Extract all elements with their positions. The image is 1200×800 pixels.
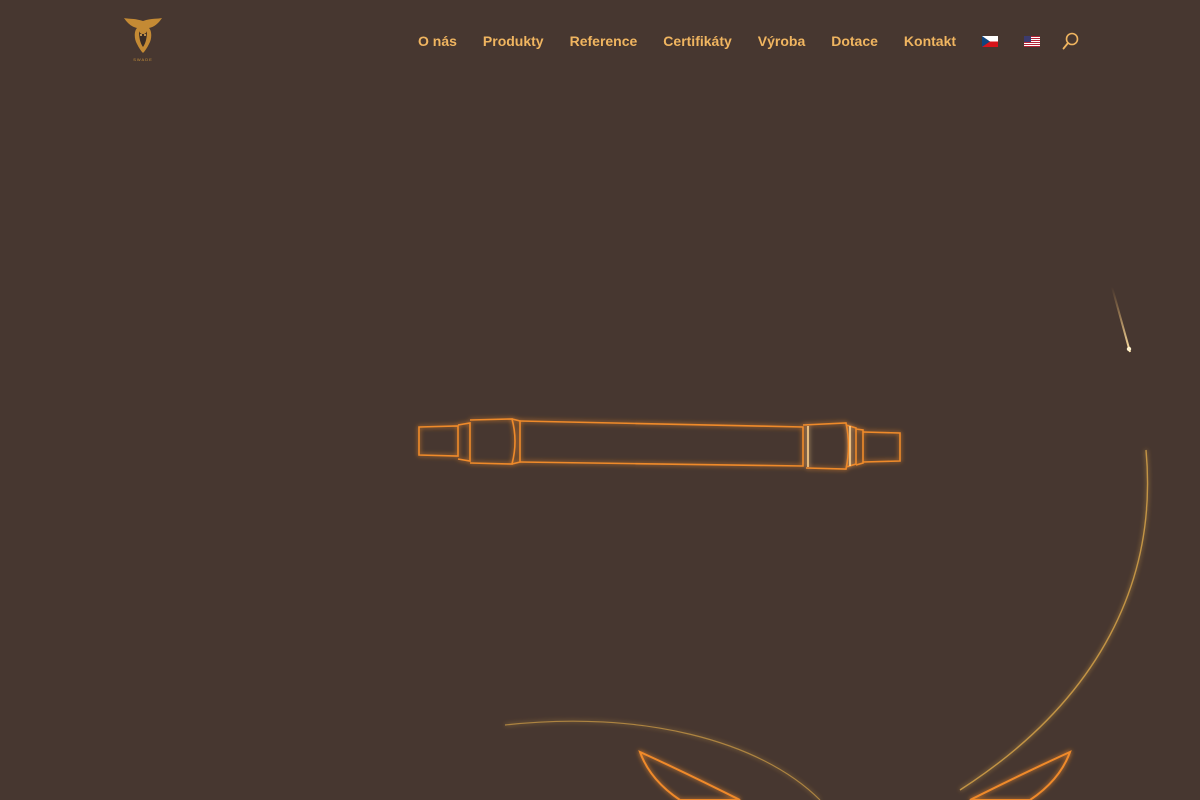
wing-left: [638, 750, 741, 800]
glow-arc: [959, 449, 1149, 791]
main-navigation: O nás Produkty Reference Certifikáty Výr…: [418, 31, 1080, 51]
nav-item-certifikaty[interactable]: Certifikáty: [663, 32, 731, 50]
winged-lion-emblem-icon: [124, 18, 162, 53]
nav-item-vyroba[interactable]: Výroba: [758, 32, 805, 50]
hero-illustration: [418, 286, 1149, 800]
logo-text: SWADE: [133, 57, 153, 62]
glow-arc-lower: [504, 720, 821, 800]
site-logo[interactable]: SWADE: [122, 15, 164, 65]
light-streak: [1111, 286, 1131, 353]
wing-right: [969, 750, 1072, 800]
nav-item-o-nas[interactable]: O nás: [418, 32, 457, 50]
nav-item-reference[interactable]: Reference: [570, 32, 638, 50]
czech-flag-icon[interactable]: [982, 35, 999, 47]
us-flag-icon[interactable]: [1024, 35, 1041, 47]
shaft-outline: [418, 418, 901, 470]
search-icon[interactable]: [1062, 32, 1080, 50]
nav-item-kontakt[interactable]: Kontakt: [904, 32, 956, 50]
site-header: SWADE O nás Produkty Reference Certifiká…: [0, 0, 1200, 80]
nav-item-dotace[interactable]: Dotace: [831, 32, 878, 50]
nav-item-produkty[interactable]: Produkty: [483, 32, 544, 50]
